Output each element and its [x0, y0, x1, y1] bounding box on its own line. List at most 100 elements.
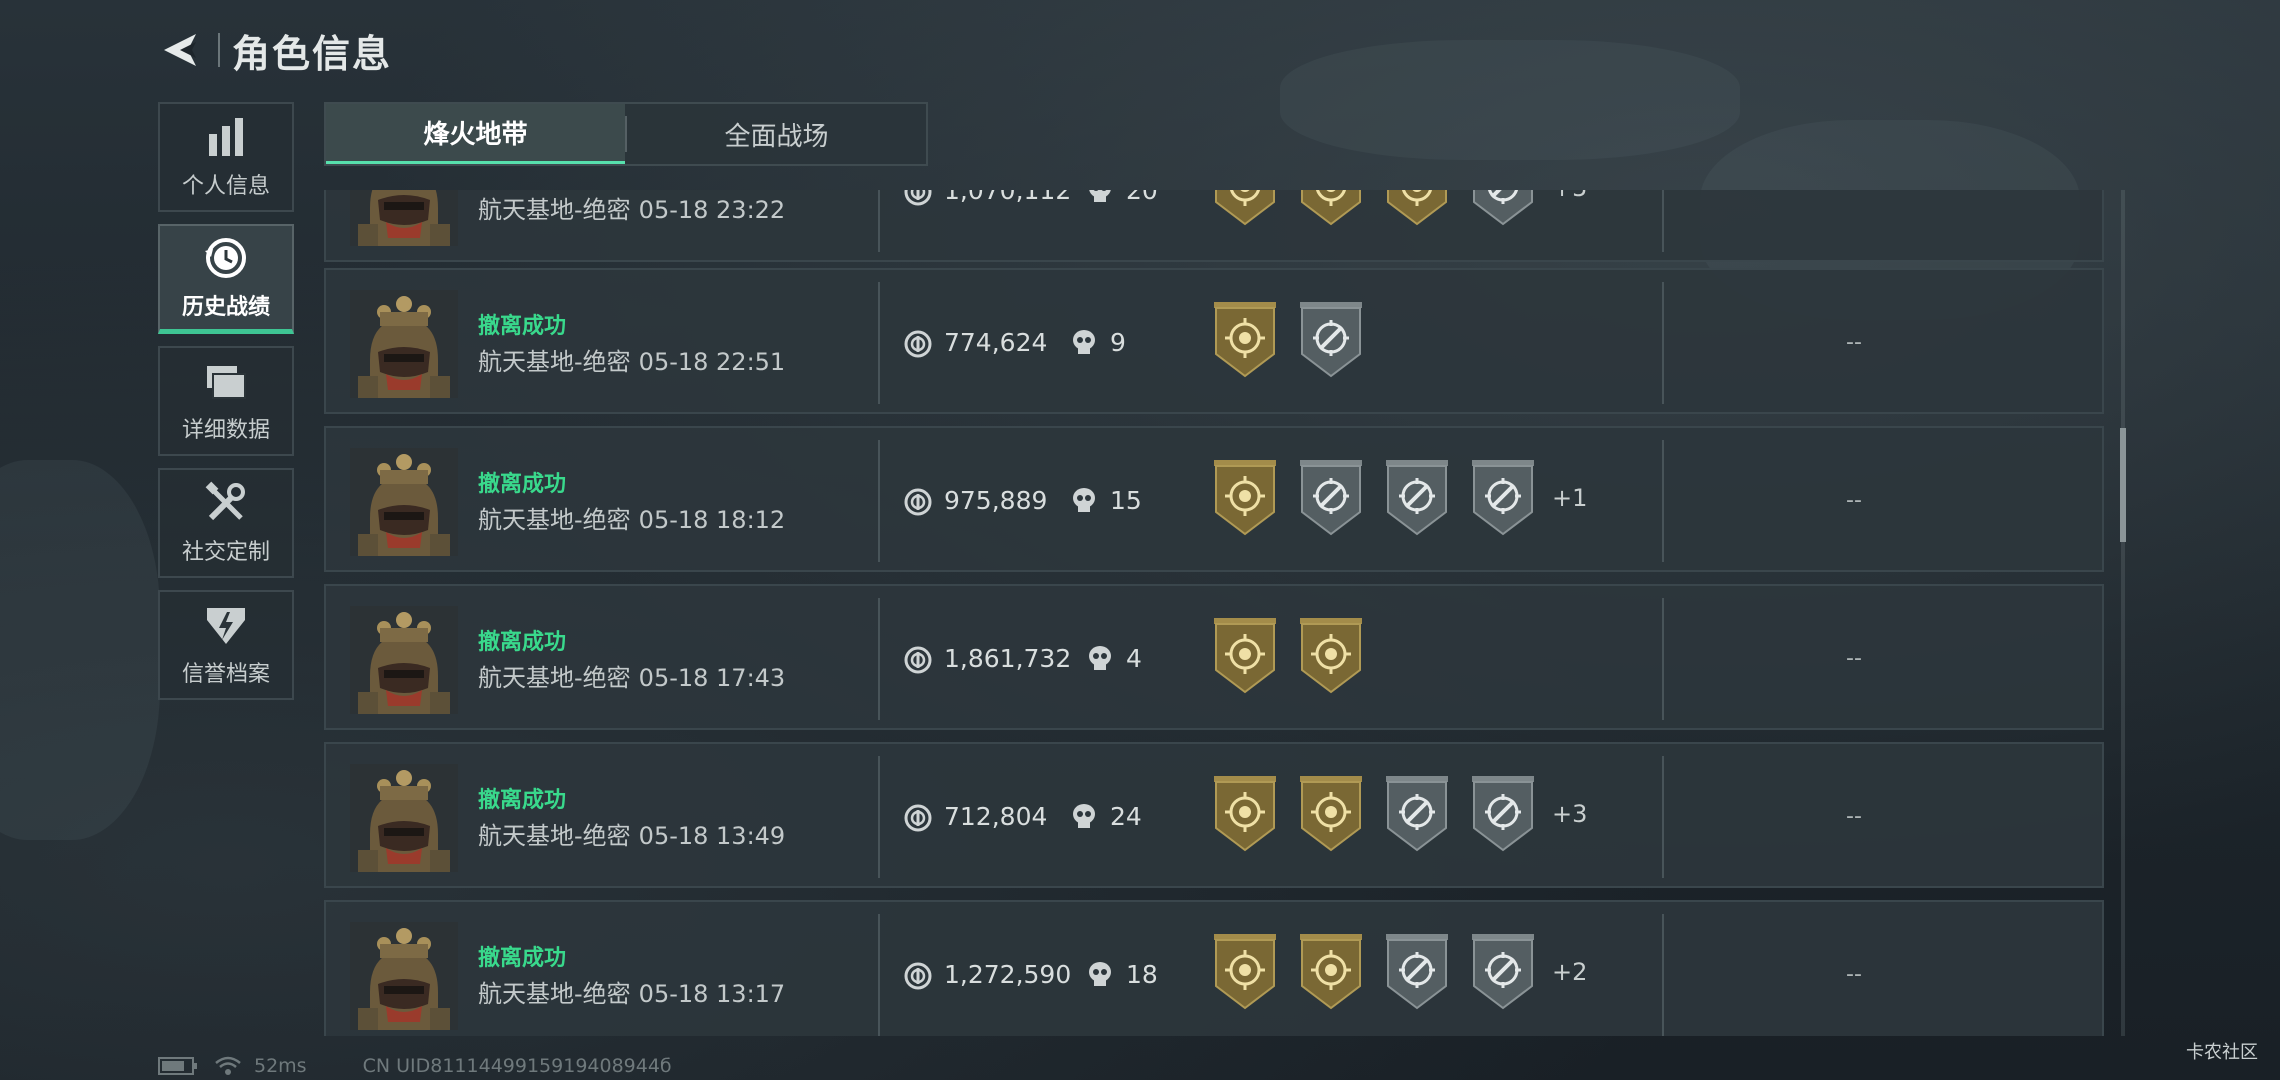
column-divider — [1662, 914, 1664, 1036]
sidebar-item-personal-info[interactable]: 个人信息 — [158, 102, 294, 212]
kill-count: 18 — [1126, 960, 1158, 989]
sidebar-item-social[interactable]: 社交定制 — [158, 468, 294, 578]
operator-avatar — [350, 290, 458, 398]
kill-count: 15 — [1110, 486, 1142, 515]
gold-medal-icon[interactable] — [1212, 460, 1278, 536]
wifi-icon — [215, 1056, 241, 1075]
gold-medal-icon[interactable] — [1212, 190, 1278, 226]
match-row[interactable]: 撤离成功 航天基地-绝密 05-18 13:49 712,804 24 +3 -- — [324, 742, 2104, 888]
more-medals-count[interactable]: +1 — [1552, 484, 1587, 512]
watermark: 卡农社区 — [2186, 1042, 2258, 1063]
more-medals-count[interactable]: +5 — [1552, 190, 1587, 202]
more-medals-count[interactable]: +3 — [1552, 800, 1587, 828]
grey-medal-icon[interactable] — [1470, 460, 1536, 536]
match-row[interactable]: 撤离成功 航天基地-绝密 05-18 22:51 774,624 9 -- — [324, 268, 2104, 414]
grey-medal-icon[interactable] — [1470, 190, 1536, 226]
medal-group: +2 — [1212, 934, 1587, 1010]
sidebar-item-credit[interactable]: 信誉档案 — [158, 590, 294, 700]
column-divider — [878, 282, 880, 404]
coin-icon — [904, 190, 932, 206]
coin-icon — [904, 330, 932, 358]
kill-count: 24 — [1110, 802, 1142, 831]
header: 角色信息 — [160, 22, 392, 78]
tab-battlefield[interactable]: 全面战场 — [627, 104, 926, 164]
tab-hazard-zone[interactable]: 烽火地带 — [326, 104, 625, 164]
match-history-list[interactable]: 航天基地-绝密05-18 23:221,070,11220+5撤离成功航天基地-… — [324, 190, 2104, 1036]
match-map-time: 航天基地-绝密 05-18 13:49 — [478, 816, 785, 851]
sidebar-item-label: 社交定制 — [181, 540, 270, 565]
sidebar-item-history[interactable]: 历史战绩 — [158, 224, 294, 334]
grey-medal-icon[interactable] — [1470, 934, 1536, 1010]
column-divider — [878, 914, 880, 1036]
gold-medal-icon[interactable] — [1298, 190, 1364, 226]
medal-group: +3 — [1212, 776, 1587, 852]
scrollbar-thumb[interactable] — [2120, 428, 2126, 542]
gold-medal-icon[interactable] — [1212, 302, 1278, 378]
sidebar-item-details[interactable]: 详细数据 — [158, 346, 294, 456]
bg-shape — [0, 460, 160, 840]
match-map-time: 航天基地-绝密 05-18 22:51 — [478, 342, 785, 377]
history-clock-icon — [205, 237, 246, 278]
column-divider — [1662, 282, 1664, 404]
match-map: 航天基地-绝密 — [478, 664, 631, 692]
gold-medal-icon[interactable] — [1384, 190, 1450, 226]
match-row[interactable]: 撤离成功 航天基地-绝密 05-18 13:17 1,272,590 18 +2 -- — [324, 900, 2104, 1036]
skull-icon — [1089, 190, 1111, 202]
skull-icon — [1073, 488, 1095, 512]
tools-icon — [205, 481, 245, 521]
gold-medal-icon[interactable] — [1298, 934, 1364, 1010]
match-row[interactable]: 撤离成功 航天基地-绝密 05-18 17:43 1,861,732 4 -- — [324, 584, 2104, 730]
page-title: 角色信息 — [232, 31, 393, 76]
scrollbar-track[interactable] — [2121, 190, 2125, 1036]
grey-medal-icon[interactable] — [1384, 776, 1450, 852]
match-map: 航天基地-绝密 — [478, 196, 631, 224]
grey-medal-icon[interactable] — [1384, 460, 1450, 536]
column-divider — [878, 190, 880, 252]
grey-medal-icon[interactable] — [1470, 776, 1536, 852]
grey-medal-icon[interactable] — [1298, 460, 1364, 536]
bg-shape — [1280, 40, 1740, 160]
gold-medal-icon[interactable] — [1212, 618, 1278, 694]
gold-medal-icon[interactable] — [1298, 776, 1364, 852]
sidebar-item-label: 详细数据 — [181, 418, 270, 443]
column-divider — [1662, 190, 1664, 252]
match-row[interactable]: 撤离成功 航天基地-绝密 05-18 18:12 975,889 15 +1 -- — [324, 426, 2104, 572]
gold-medal-icon[interactable] — [1212, 934, 1278, 1010]
loot-value: 975,889 — [944, 486, 1048, 515]
match-rating: -- — [1846, 804, 1862, 829]
match-map: 航天基地-绝密 — [478, 348, 631, 376]
gold-medal-icon[interactable] — [1298, 618, 1364, 694]
sidebar-item-label: 个人信息 — [181, 174, 270, 199]
coin-icon — [904, 804, 932, 832]
column-divider — [878, 756, 880, 878]
match-time: 05-18 18:12 — [638, 506, 786, 534]
ping-value: 52ms — [254, 1055, 307, 1077]
uid-text: CN UID8111449915919408944б — [362, 1055, 672, 1077]
coin-icon — [904, 646, 932, 674]
match-result: 撤离成功 — [478, 630, 567, 655]
match-time: 05-18 22:51 — [638, 348, 786, 376]
folder-icon — [207, 366, 246, 399]
medal-group — [1212, 302, 1384, 378]
more-medals-count[interactable]: +2 — [1552, 958, 1587, 986]
loot-value: 1,272,590 — [944, 960, 1072, 989]
operator-avatar — [350, 190, 458, 246]
status-bar: 52ms CN UID8111449915919408944б — [158, 1054, 672, 1078]
match-time: 05-18 13:17 — [638, 980, 786, 1008]
match-row[interactable]: 航天基地-绝密05-18 23:22 1,070,112 20 +5 — [324, 190, 2104, 262]
sidebar: 个人信息 历史战绩 详细数据 社交定制 信誉档案 — [158, 102, 294, 712]
match-time: 05-18 17:43 — [638, 664, 786, 692]
match-result: 撤离成功 — [478, 314, 567, 339]
grey-medal-icon[interactable] — [1384, 934, 1450, 1010]
match-rating: -- — [1846, 962, 1862, 987]
column-divider — [878, 440, 880, 562]
coin-icon — [904, 488, 932, 516]
match-time: 05-18 13:49 — [638, 822, 786, 850]
match-map-time: 航天基地-绝密 05-18 17:43 — [478, 658, 785, 693]
gold-medal-icon[interactable] — [1212, 776, 1278, 852]
kill-count: 9 — [1110, 328, 1126, 357]
skull-icon — [1073, 330, 1095, 354]
match-map: 航天基地-绝密 — [478, 822, 631, 850]
grey-medal-icon[interactable] — [1298, 302, 1364, 378]
back-arrow-icon[interactable] — [160, 30, 200, 70]
